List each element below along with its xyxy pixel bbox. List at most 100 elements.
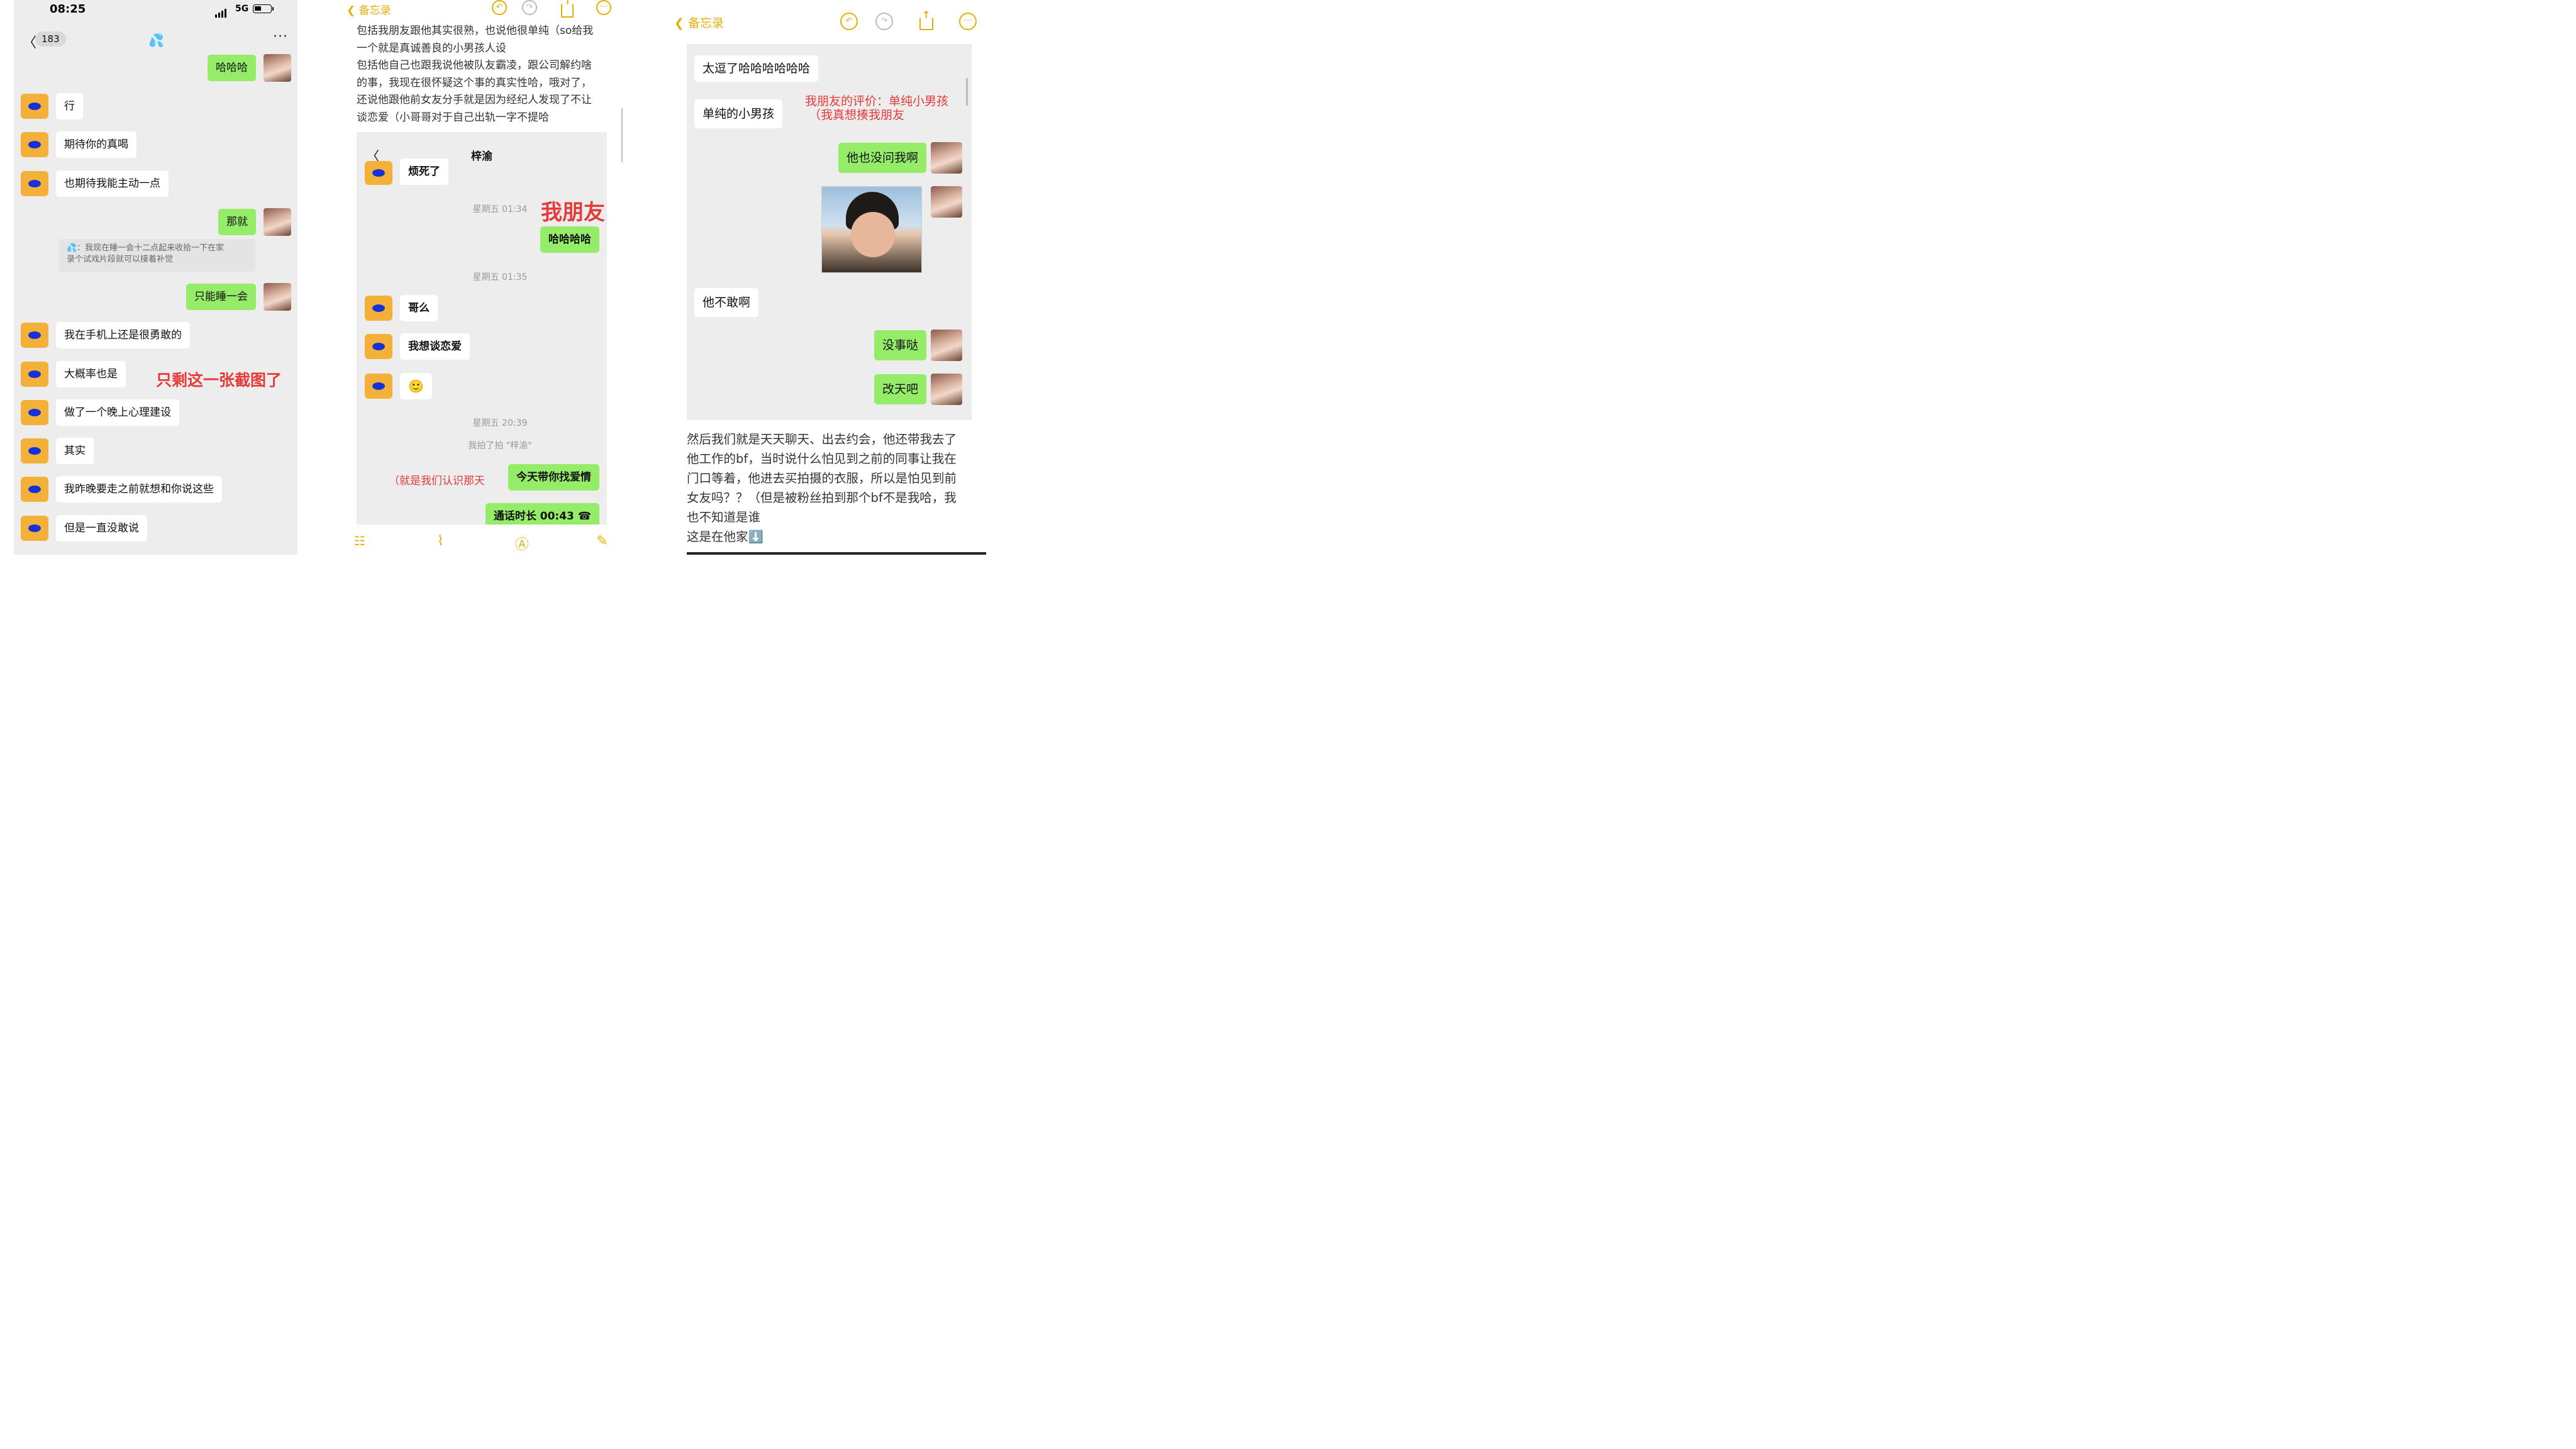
notes-toolbar: ❮ 备忘录 ↶ ↷ ··· [668,9,986,34]
undo-icon[interactable]: ↶ [492,0,507,15]
notes-toolbar: ❮ 备忘录 ↶ ↷ ··· [343,0,623,21]
avatar[interactable] [931,142,962,174]
image-top-edge [687,552,986,555]
avatar[interactable] [21,94,48,119]
message-bubble: 🙂 [400,373,432,399]
message-bubble: 没事哒 [874,330,926,360]
redo-icon[interactable]: ↷ [522,0,537,15]
clock: 08:25 [50,3,86,16]
message-bubble: 哥么 [400,295,438,321]
message-bubble: 今天带你找爱情 [508,464,599,491]
avatar[interactable] [21,400,48,425]
unread-badge[interactable]: 183 [35,31,66,47]
message-bubble: 我昨晚要走之前就想和你说这些 [56,476,222,502]
avatar[interactable] [365,161,392,185]
avatar[interactable] [264,208,291,236]
note-body-text: 然后我们就是天天聊天、出去约会，他还带我去了 他工作的bf，当时说什么怕见到之前… [687,430,982,547]
phone-icon: ☎ [577,510,591,523]
red-annotation: 我朋友的评价：单纯小男孩 （我真想揍我朋友 [805,94,948,122]
share-icon[interactable] [561,0,574,18]
message-bubble: 行 [56,93,83,119]
battery-icon [253,4,274,13]
chat-title: 💦 [148,33,164,48]
message-bubble: 做了一个晚上心理建设 [56,399,179,426]
scrollbar[interactable] [621,108,623,162]
message-bubble: 太逗了哈哈哈哈哈哈 [694,55,819,82]
note-body-text: 包括我朋友跟他其实很熟，也说他很单纯（so给我 一个就是真诚善良的小男孩人设 包… [357,23,614,126]
notes-back-label: 备忘录 [358,4,391,17]
avatar[interactable] [365,334,392,359]
sticker-face [851,212,895,257]
notes-screenshot-2: ❮ 备忘录 ↶ ↷ ··· 包括我朋友跟他其实很熟，也说他很单纯（so给我 一个… [343,0,623,555]
checklist-icon[interactable]: ☷ [354,533,365,548]
message-bubble: 大概率也是 [56,361,126,387]
pat-notice: 我拍了拍 "梓渝" [468,441,532,451]
message-bubble: 改天吧 [874,374,926,404]
note-line: 包括他自己也跟我说他被队友霸凌，跟公司解约啥 [357,59,592,72]
avatar[interactable] [264,54,291,82]
avatar[interactable] [21,171,48,196]
avatar[interactable] [365,374,392,399]
chat-screenshot-1: 08:25 5G 〈 183 💦 ··· 哈哈哈 行 期待你的真喝 也期待我能主… [14,0,297,555]
note-line: 女友吗？？（但是被粉丝拍到那个bf不是我哈，我 [687,491,957,505]
avatar[interactable] [21,477,48,502]
redo-icon[interactable]: ↷ [875,13,893,30]
call-duration-bubble: 通话时长 00:43 ☎ [485,503,599,525]
compose-icon[interactable]: ✎ [596,533,608,549]
message-bubble: 他也没问我啊 [838,143,926,173]
red-annotation-line: （我真想揍我朋友 [809,108,905,122]
attachment-icon[interactable]: ⌇ [437,533,444,549]
note-line: 他工作的bf，当时说什么怕见到之前的同事让我在 [687,452,957,466]
more-icon[interactable]: ··· [959,13,977,30]
avatar[interactable] [21,323,48,348]
embedded-chat-screenshot: 〈 梓渝 烦死了 星期五 01:34 我朋友 哈哈哈哈 星期五 01:35 哥么… [357,132,607,525]
note-line: 还说他跟他前女友分手就是因为经纪人发现了不让 [357,94,592,106]
avatar[interactable] [365,296,392,321]
avatar[interactable] [21,516,48,541]
share-icon[interactable] [919,9,933,30]
avatar[interactable] [264,283,291,311]
avatar[interactable] [21,362,48,387]
message-bubble: 烦死了 [400,158,448,185]
notes-back-button[interactable]: ❮ 备忘录 [674,14,724,31]
message-bubble: 哈哈哈哈 [540,226,599,253]
system-message-line: 录个试戏片段就可以接着补觉 [67,255,174,264]
note-line: 谈恋爱（小哥哥对于自己出轨一字不提哈 [357,111,549,124]
chat-title: 梓渝 [471,150,492,163]
message-bubble: 我想谈恋爱 [400,333,470,360]
system-message-line: 💦：我现在睡一会十二点起来收拾一下在家 [67,243,225,253]
note-line: 门口等着，他进去买拍摄的衣服，所以是怕见到前 [687,471,957,486]
avatar[interactable] [931,186,962,218]
message-bubble: 哈哈哈 [208,55,256,81]
note-line: 包括我朋友跟他其实很熟，也说他很单纯（so给我 [357,25,594,37]
note-line: 一个就是真诚善良的小男孩人设 [357,42,506,55]
markup-icon[interactable]: Ⓐ [515,533,529,553]
notes-back-button[interactable]: ❮ 备忘录 [347,1,391,17]
note-line: 然后我们就是天天聊天、出去约会，他还带我去了 [687,432,957,447]
undo-icon[interactable]: ↶ [840,13,858,30]
status-bar: 08:25 5G [14,0,297,19]
message-bubble: 我在手机上还是很勇敢的 [56,322,190,348]
message-bubble: 也期待我能主动一点 [56,170,169,197]
system-message: 💦：我现在睡一会十二点起来收拾一下在家 录个试戏片段就可以接着补觉 [59,239,255,272]
red-annotation-line: 我朋友的评价：单纯小男孩 [805,94,949,108]
embedded-chat-screenshot: 太逗了哈哈哈哈哈哈 单纯的小男孩 我朋友的评价：单纯小男孩 （我真想揍我朋友 他… [687,44,972,420]
more-icon[interactable]: ··· [273,29,288,45]
back-chevron-icon[interactable]: 〈 [23,31,36,52]
notes-back-label: 备忘录 [687,16,724,30]
note-line: 也不知道是谁 [687,510,761,525]
avatar[interactable] [21,132,48,157]
avatar[interactable] [931,330,962,361]
note-line: 的事，我现在很怀疑这个事的真实性哈，哦对了， [357,76,592,89]
avatar[interactable] [931,374,962,405]
red-annotation: （就是我们认识那天 [389,475,485,487]
red-annotation: 我朋友 [541,200,605,225]
message-bubble: 那就 [218,209,256,235]
more-icon[interactable]: ··· [596,0,611,15]
sticker-image [821,186,922,273]
scrollbar[interactable] [966,78,968,106]
avatar[interactable] [21,438,48,464]
red-annotation: 只剩这一张截图了 [156,371,282,389]
timestamp: 星期五 01:35 [472,272,528,282]
note-line: 这是在他家⬇️ [687,530,763,544]
